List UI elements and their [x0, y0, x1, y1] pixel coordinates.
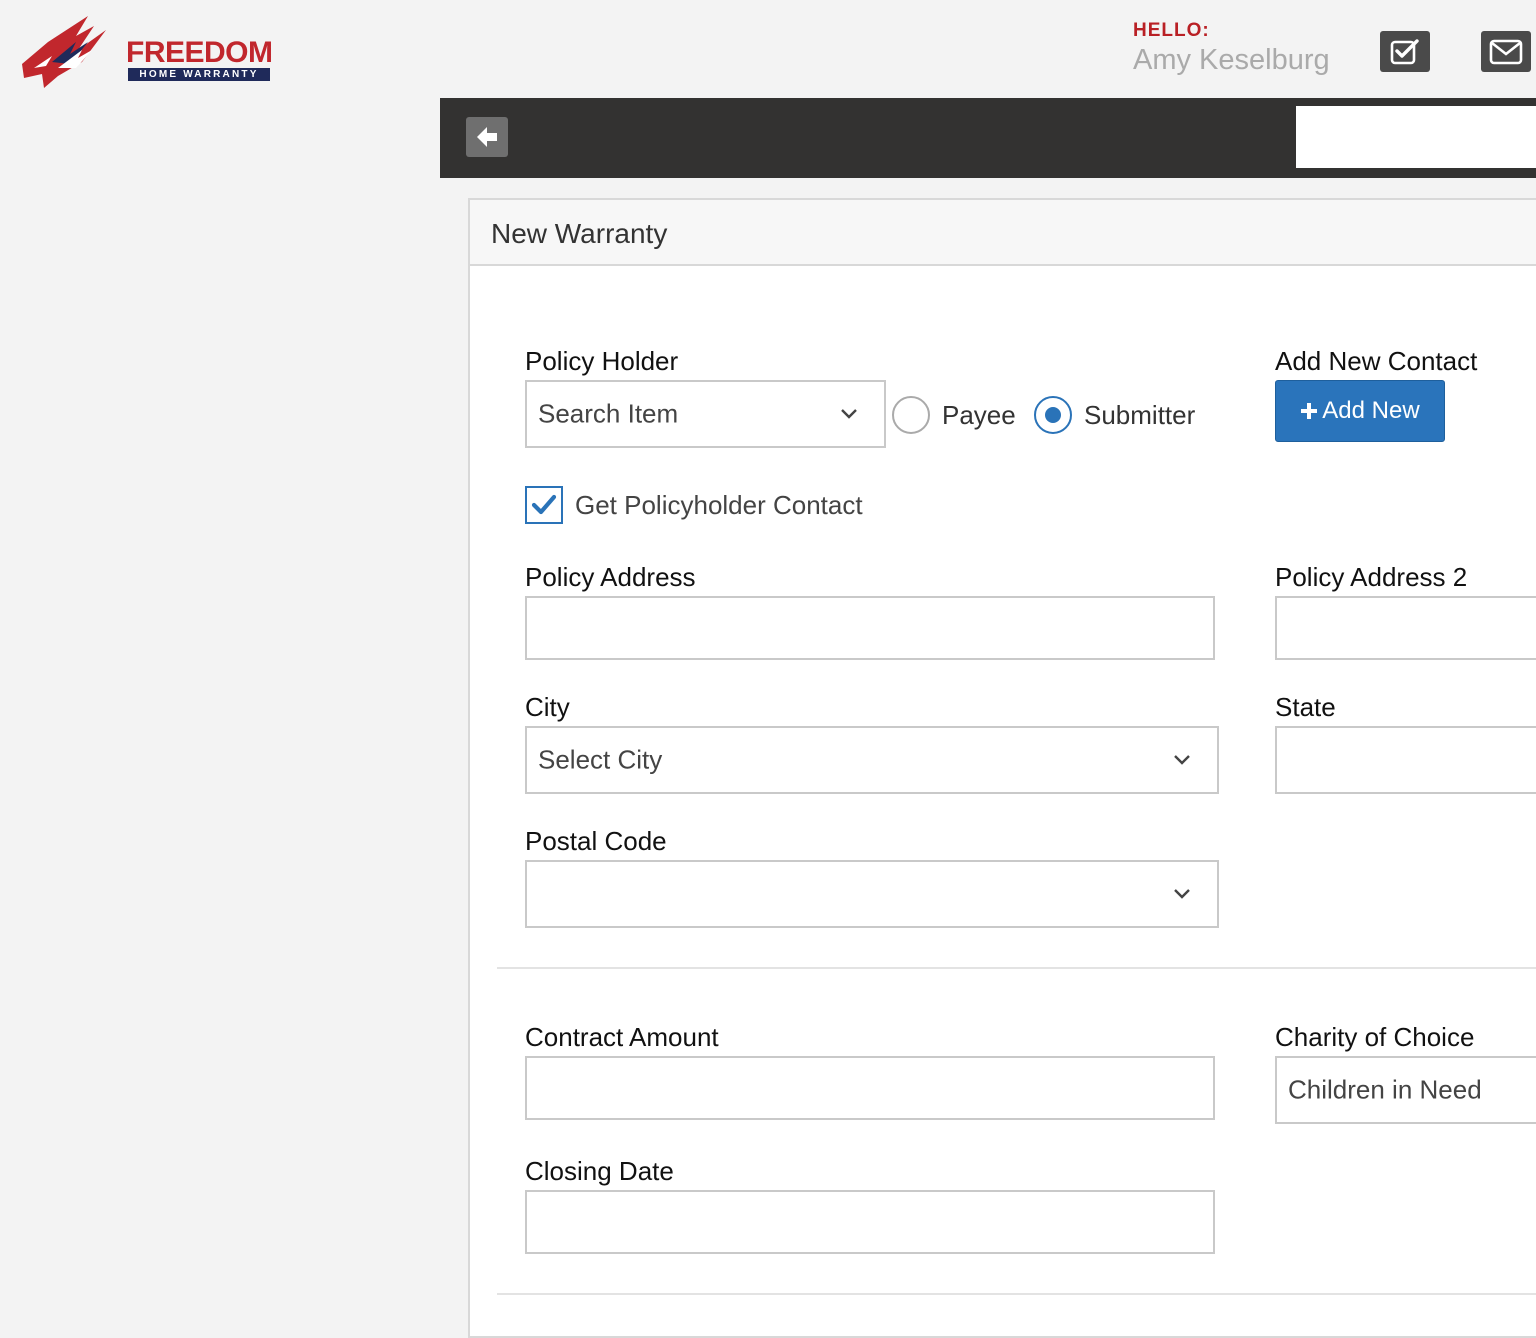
- policy-holder-value: Search Item: [538, 398, 679, 429]
- section-divider: [497, 967, 1536, 969]
- plus-icon: [1301, 403, 1318, 419]
- city-value: Select City: [538, 744, 663, 775]
- contract-amount-label: Contract Amount: [525, 1022, 719, 1052]
- policy-holder-select[interactable]: Search Item: [525, 380, 886, 448]
- checkbox-icon: [1390, 38, 1419, 64]
- brand-name: FREEDOM: [126, 36, 273, 69]
- chevron-down-icon: [841, 409, 857, 419]
- add-new-button-label: Add New: [1322, 397, 1420, 424]
- section-divider: [497, 1293, 1536, 1295]
- tasks-button[interactable]: [1380, 31, 1430, 72]
- state-input[interactable]: [1275, 726, 1536, 794]
- closing-date-input[interactable]: [525, 1190, 1215, 1254]
- checkmark-icon: [531, 494, 557, 515]
- chevron-down-icon: [1174, 889, 1190, 899]
- chevron-down-icon: [1174, 755, 1190, 765]
- submitter-radio[interactable]: [1034, 396, 1072, 434]
- envelope-icon: [1489, 39, 1523, 64]
- submitter-radio-label: Submitter: [1084, 400, 1196, 430]
- policy-address-label: Policy Address: [525, 562, 696, 592]
- brand-logo[interactable]: FREEDOM HOME WARRANTY: [18, 12, 273, 92]
- messages-button[interactable]: [1481, 31, 1531, 72]
- panel-header: New Warranty: [470, 200, 1536, 266]
- back-button[interactable]: [466, 117, 508, 157]
- page-title: New Warranty: [491, 218, 668, 249]
- city-label: City: [525, 692, 570, 722]
- add-new-contact-label: Add New Contact: [1275, 346, 1478, 376]
- charity-of-choice-label: Charity of Choice: [1275, 1022, 1475, 1052]
- brand-tagline: HOME WARRANTY: [128, 68, 270, 81]
- payee-radio-label: Payee: [942, 400, 1016, 430]
- contract-amount-input[interactable]: [525, 1056, 1215, 1120]
- policy-holder-label: Policy Holder: [525, 346, 679, 376]
- user-name[interactable]: Amy Keselburg: [1133, 44, 1330, 77]
- postal-code-label: Postal Code: [525, 826, 667, 856]
- arrow-left-icon: [477, 127, 497, 147]
- toolbar-search-area[interactable]: [1296, 106, 1536, 168]
- state-label: State: [1275, 692, 1336, 722]
- get-policyholder-contact-checkbox[interactable]: [525, 486, 563, 524]
- closing-date-label: Closing Date: [525, 1156, 674, 1186]
- new-warranty-panel: New Warranty Policy Holder Search Item P…: [468, 198, 1536, 1338]
- add-new-button[interactable]: Add New: [1275, 380, 1445, 442]
- city-select[interactable]: Select City: [525, 726, 1219, 794]
- charity-of-choice-select[interactable]: Children in Need: [1275, 1056, 1536, 1124]
- greeting-label: HELLO:: [1133, 20, 1210, 41]
- policy-address-input[interactable]: [525, 596, 1215, 660]
- charity-of-choice-value: Children in Need: [1288, 1074, 1482, 1105]
- get-policyholder-contact-label: Get Policyholder Contact: [575, 490, 863, 520]
- postal-code-select[interactable]: [525, 860, 1219, 928]
- payee-radio[interactable]: [892, 396, 930, 434]
- flag-mark-icon: [22, 16, 106, 88]
- policy-address-2-label: Policy Address 2: [1275, 562, 1468, 592]
- policy-address-2-input[interactable]: [1275, 596, 1536, 660]
- page-toolbar: [440, 98, 1536, 178]
